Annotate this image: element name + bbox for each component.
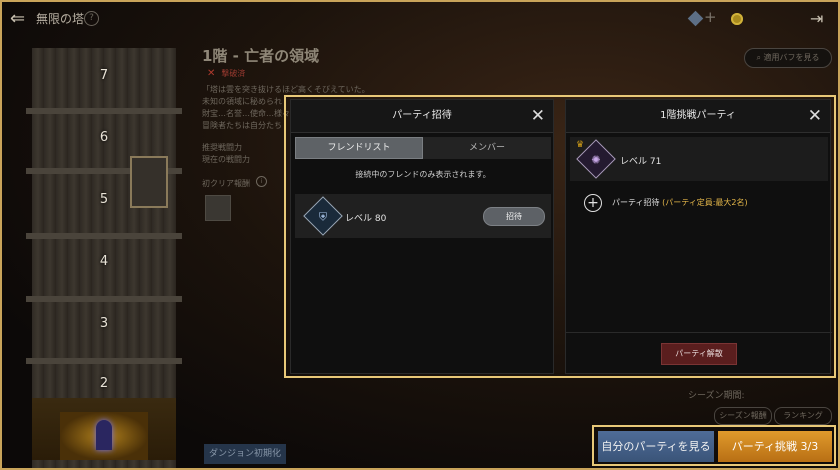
member-level: レベル 71 (620, 157, 662, 167)
back-arrow-icon[interactable]: ⇐ (10, 9, 30, 29)
floor-4-label[interactable]: 4 (32, 254, 176, 269)
floor-7-label[interactable]: 7 (32, 68, 176, 83)
online-friends-notice: 接続中のフレンドのみ表示されます。 (355, 170, 491, 179)
game-screen: ⇐ 無限の塔 ? + ⇥ 7 6 5 4 3 2 1階 - 亡者の領域 ✕ 撃破済… (0, 0, 840, 470)
floor-title: 1階 - 亡者の領域 (202, 47, 320, 65)
add-currency-icon[interactable]: + (704, 8, 717, 26)
party-challenge-button[interactable]: パーティ挑戦 3/3 (718, 431, 832, 462)
close-icon[interactable]: ✕ (531, 100, 545, 132)
party-capacity-note: (パーティ定員:最大2名) (662, 198, 748, 207)
party-invite-text: パーティ招待 (612, 198, 660, 207)
disband-party-button[interactable]: パーティ解散 (661, 343, 737, 365)
party-invite-panel: パーティ招待 ✕ フレンドリスト メンバー 接続中のフレンドのみ表示されます。 … (290, 99, 554, 374)
divider (566, 332, 832, 333)
panel-title: パーティ招待 (392, 110, 452, 121)
reward-item-icon[interactable] (205, 195, 231, 221)
invite-button[interactable]: 招待 (483, 207, 545, 226)
first-clear-reward-label: 初クリア報酬 (202, 179, 250, 188)
close-icon[interactable]: ✕ (808, 100, 822, 132)
tab-members[interactable]: メンバー (423, 137, 551, 159)
floor-6-label[interactable]: 6 (32, 130, 176, 145)
season-reward-button[interactable]: シーズン報酬 (714, 407, 772, 425)
party-invite-label: パーティ招待 (パーティ定員:最大2名) (612, 197, 748, 208)
panel-title: 1階挑戦パーティ (660, 110, 736, 121)
coin-icon (731, 13, 743, 25)
boss-portrait-card (130, 156, 168, 208)
plus-circle-icon[interactable]: + (584, 194, 602, 212)
friend-avatar: ⛨ (303, 196, 343, 236)
friend-level: レベル 80 (345, 214, 387, 224)
tower-ledge (26, 108, 182, 114)
tower-ledge (26, 358, 182, 364)
portal-icon[interactable] (96, 420, 112, 450)
dungeon-reset-button[interactable]: ダンジョン初期化 (204, 444, 286, 464)
cleared-label: 撃破済 (221, 69, 246, 78)
power-stats: 推奨戦闘力 現在の戦闘力 (202, 143, 250, 164)
page-title: 無限の塔 (36, 12, 85, 26)
cleared-status: ✕ 撃破済 (207, 68, 245, 79)
exit-icon[interactable]: ⇥ (810, 9, 828, 29)
tab-friend-list[interactable]: フレンドリスト (295, 137, 423, 159)
friend-list-item: ⛨ レベル 80 招待 (295, 194, 551, 238)
ranking-button[interactable]: ランキング (774, 407, 832, 425)
party-panel: 1階挑戦パーティ ✕ ♛ ✺ レベル 71 + パーティ招待 (パーティ定員:最… (565, 99, 832, 374)
search-icon: ⌕ (756, 53, 764, 62)
floor-2-label[interactable]: 2 (32, 376, 176, 391)
info-icon[interactable]: i (256, 176, 267, 187)
crown-icon: ♛ (576, 140, 585, 150)
swirl-class-icon: ✺ (591, 153, 601, 167)
shield-class-icon: ⛨ (318, 210, 328, 224)
tower-ledge (26, 296, 182, 302)
gem-icon (687, 10, 704, 27)
party-member-row: ♛ ✺ レベル 71 (570, 137, 828, 181)
season-period-label: シーズン期間: (688, 391, 745, 401)
top-bar: ⇐ 無限の塔 ? + ⇥ (2, 2, 838, 36)
view-buffs-label: 適用バフを見る (763, 53, 820, 62)
floor-3-label[interactable]: 3 (32, 316, 176, 331)
view-my-party-button[interactable]: 自分のパーティを見る (598, 431, 714, 462)
panel-header: 1階挑戦パーティ ✕ (566, 100, 830, 133)
panel-header: パーティ招待 ✕ (291, 100, 553, 133)
view-buffs-button[interactable]: ⌕ 適用バフを見る (744, 48, 832, 68)
invite-tabs: フレンドリスト メンバー (295, 137, 551, 159)
tower-ledge (26, 233, 182, 239)
cross-icon: ✕ (207, 68, 216, 79)
help-icon[interactable]: ? (84, 11, 99, 26)
